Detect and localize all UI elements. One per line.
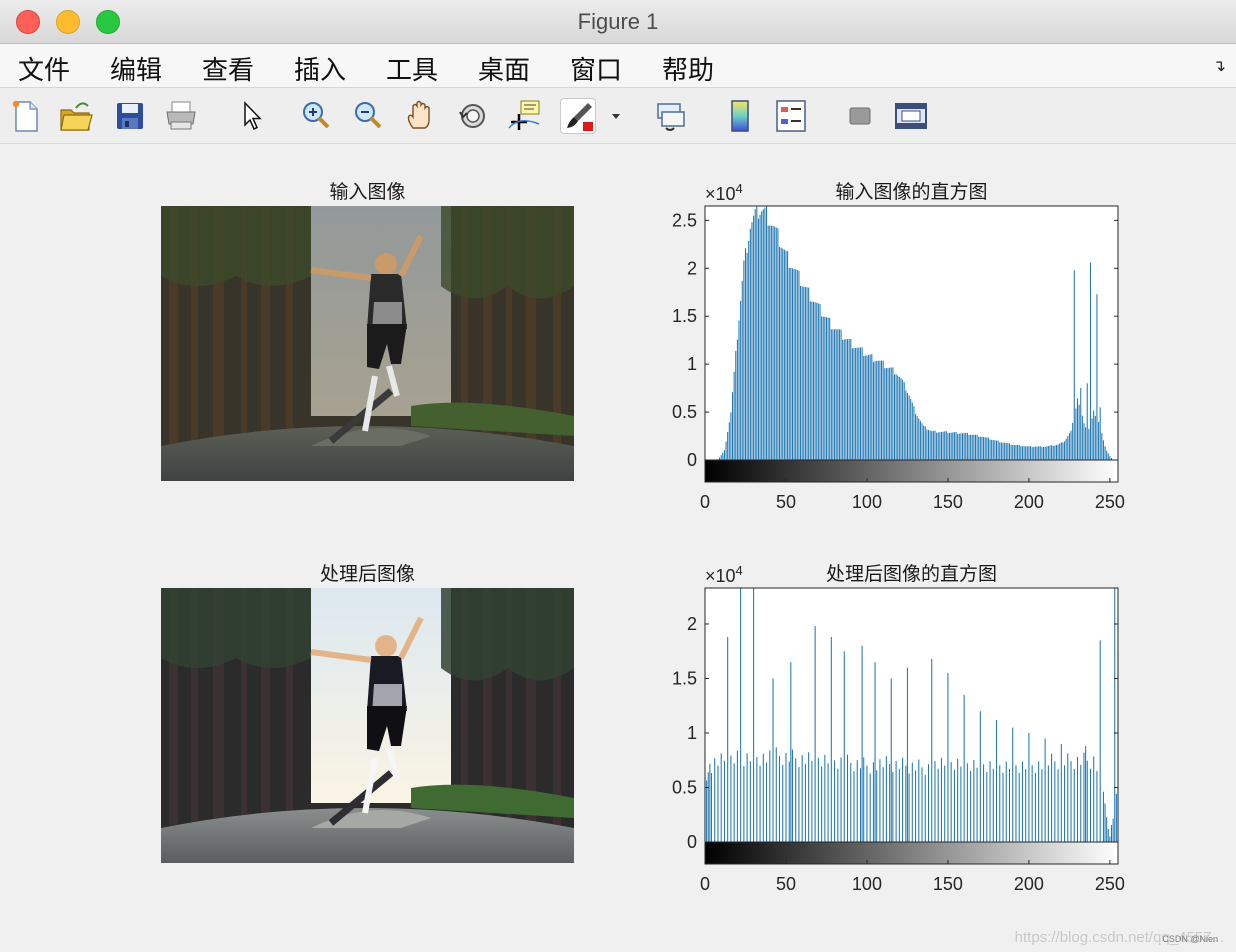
dock-figure-icon[interactable]: ↴ (1213, 56, 1226, 75)
x-tick-label: 150 (933, 874, 963, 894)
y-tick-label: 1.5 (672, 668, 697, 688)
menu-view[interactable]: 查看 (202, 50, 254, 87)
y-tick-label: 0 (687, 832, 697, 852)
x-tick-label: 250 (1095, 874, 1125, 894)
new-figure-icon[interactable] (8, 98, 44, 134)
x-tick-label: 0 (700, 874, 710, 894)
y-tick-label: 2 (687, 258, 697, 278)
y-tick-label: 0 (687, 450, 697, 470)
rotate-3d-icon[interactable] (455, 98, 491, 134)
y-tick-label: 1 (687, 354, 697, 374)
input-image (161, 206, 574, 481)
x-tick-label: 0 (700, 492, 710, 512)
output-histogram: 0 0.5 1 1.5 2 0 50 100 150 200 250 (672, 587, 1125, 894)
output-histogram-exponent: ×104 (705, 563, 743, 586)
show-plot-tools-icon[interactable] (893, 98, 929, 134)
grayscale-colorbar (705, 460, 1118, 482)
x-tick-label: 100 (852, 874, 882, 894)
grayscale-colorbar (705, 842, 1118, 864)
window-title: Figure 1 (577, 9, 659, 34)
y-tick-label: 2.5 (672, 210, 697, 230)
hide-plot-tools-icon[interactable] (842, 98, 878, 134)
brush-dropdown-icon[interactable] (606, 98, 626, 134)
y-tick-label: 1 (687, 723, 697, 743)
figure-toolbar (0, 88, 1236, 144)
x-tick-label: 100 (852, 492, 882, 512)
x-tick-label: 200 (1014, 492, 1044, 512)
x-tick-label: 50 (776, 492, 796, 512)
menu-help[interactable]: 帮助 (662, 50, 714, 87)
window-titlebar: Figure 1 (0, 0, 1236, 44)
menu-insert[interactable]: 插入 (294, 50, 346, 87)
zoom-in-icon[interactable] (298, 98, 334, 134)
save-icon[interactable] (112, 98, 148, 134)
data-cursor-icon[interactable] (507, 98, 543, 134)
output-image (161, 588, 574, 863)
y-tick-label: 2 (687, 614, 697, 634)
y-tick-label: 1.5 (672, 306, 697, 326)
brush-icon[interactable] (560, 98, 596, 134)
x-tick-label: 200 (1014, 874, 1044, 894)
x-tick-label: 50 (776, 874, 796, 894)
colorbar-icon[interactable] (722, 98, 758, 134)
input-histogram-exponent: ×104 (705, 181, 743, 204)
input-histogram-title: 输入图像的直方图 (835, 181, 988, 203)
menu-edit[interactable]: 编辑 (110, 50, 162, 87)
menu-file[interactable]: 文件 (18, 50, 70, 87)
open-file-icon[interactable] (58, 98, 94, 134)
x-tick-label: 150 (933, 492, 963, 512)
y-tick-label: 0.5 (672, 402, 697, 422)
link-plot-icon[interactable] (652, 98, 688, 134)
legend-icon[interactable] (773, 98, 809, 134)
y-tick-label: 0.5 (672, 777, 697, 797)
menu-tools[interactable]: 工具 (386, 50, 438, 87)
menu-desktop[interactable]: 桌面 (478, 50, 530, 87)
x-tick-label: 250 (1095, 492, 1125, 512)
menu-window[interactable]: 窗口 (570, 50, 622, 87)
source-badge: CSDN @Nien (1162, 934, 1218, 944)
menu-bar: 文件 编辑 查看 插入 工具 桌面 窗口 帮助 ↴ (0, 44, 1236, 88)
pointer-icon[interactable] (236, 98, 272, 134)
output-histogram-title: 处理后图像的直方图 (825, 563, 997, 585)
pan-hand-icon[interactable] (403, 98, 439, 134)
input-image-title: 输入图像 (329, 181, 406, 203)
zoom-out-icon[interactable] (350, 98, 386, 134)
input-histogram: 0 0.5 1 1.5 2 2.5 0 50 100 150 200 250 (672, 205, 1125, 512)
print-icon[interactable] (163, 98, 199, 134)
output-image-title: 处理后图像 (319, 563, 415, 585)
